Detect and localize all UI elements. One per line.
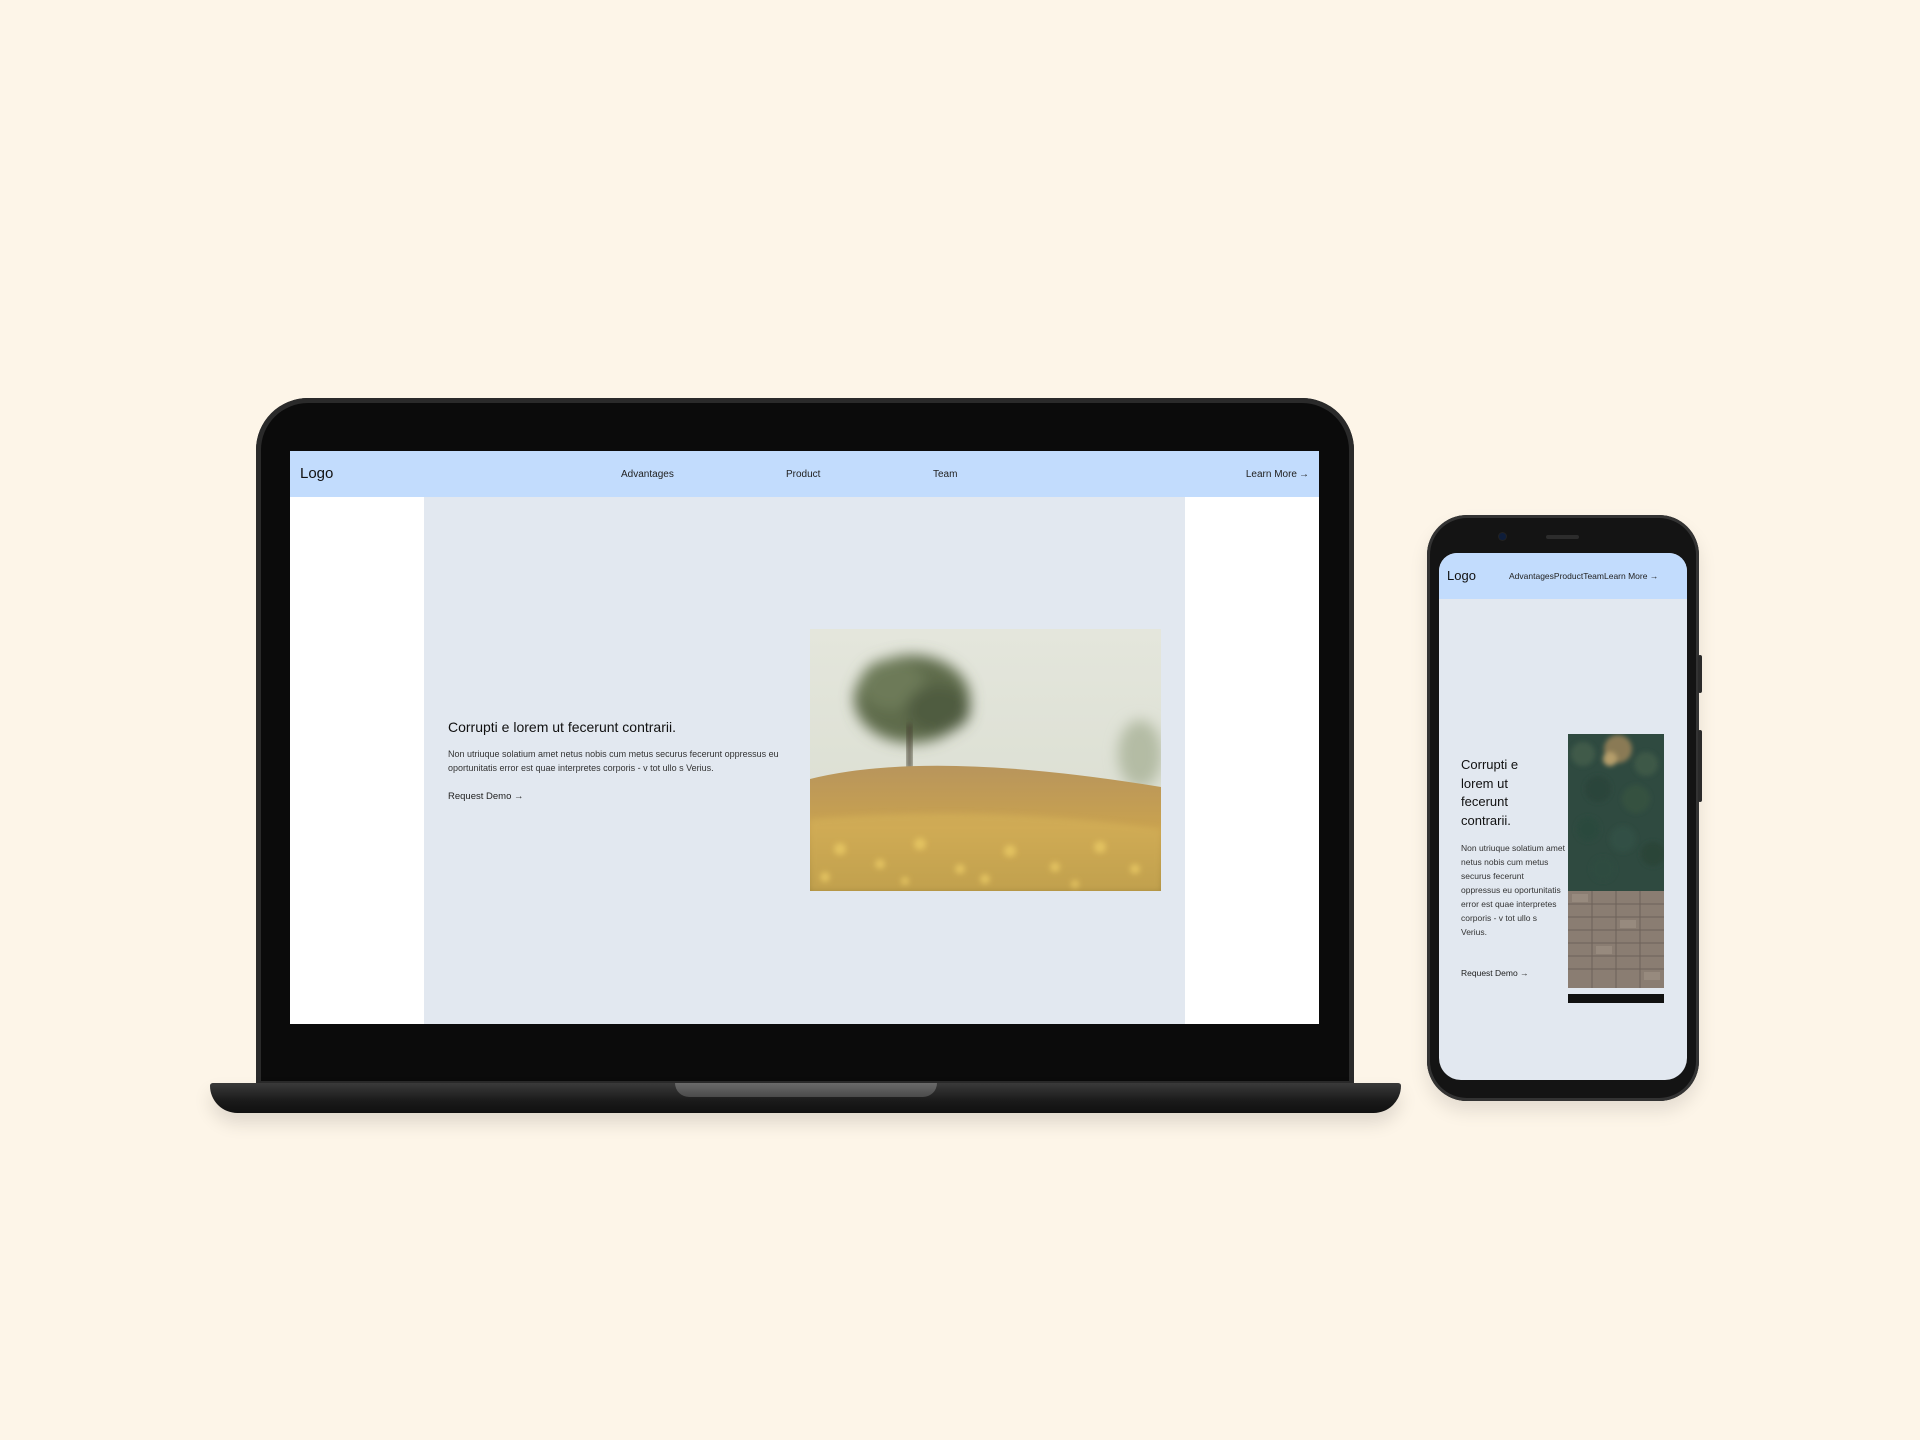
laptop-hinge-notch — [675, 1083, 937, 1097]
desktop-request-demo-link[interactable]: Request Demo → — [448, 791, 524, 802]
desktop-request-demo-label: Request Demo — [448, 791, 512, 802]
mobile-logo[interactable]: Logo — [1447, 568, 1476, 583]
mobile-hero-body: Non utriuque solatium amet netus nobis c… — [1461, 843, 1565, 937]
mobile-request-demo-label: Request Demo — [1461, 968, 1518, 978]
mobile-nav-advantages[interactable]: Advantages — [1509, 571, 1554, 581]
mobile-nav-links: AdvantagesProductTeamLearn More → — [1509, 571, 1658, 581]
arrow-right-icon: → — [1520, 968, 1529, 978]
desktop-hero-body: Non utriuque solatium amet netus nobis c… — [448, 749, 779, 773]
desktop-hero-image — [810, 629, 1161, 891]
arrow-right-icon: → — [514, 791, 524, 802]
desktop-nav-advantages[interactable]: Advantages — [621, 469, 674, 480]
desktop-learn-more-link[interactable]: Learn More → — [1246, 469, 1309, 480]
phone-volume-button — [1698, 730, 1702, 802]
phone-camera — [1499, 533, 1506, 540]
mobile-hero-title: Corrupti e lorem ut fecerunt contrarii. — [1461, 757, 1519, 828]
mockup-stage: Logo Advantages Product Team Learn More →… — [0, 0, 1920, 1440]
phone-screen: Logo AdvantagesProductTeamLearn More → C… — [1439, 553, 1687, 1080]
desktop-nav-product[interactable]: Product — [786, 469, 820, 480]
desktop-hero-section: Corrupti e lorem ut fecerunt contrarii. … — [424, 497, 1185, 1024]
desktop-hero-title: Corrupti e lorem ut fecerunt contrarii. — [448, 719, 676, 735]
arrow-right-icon: → — [1649, 571, 1659, 581]
mobile-learn-more-link[interactable]: Learn More → — [1604, 571, 1658, 581]
mobile-nav-product[interactable]: Product — [1554, 571, 1583, 581]
desktop-nav-team[interactable]: Team — [933, 469, 957, 480]
mobile-nav-team[interactable]: Team — [1583, 571, 1604, 581]
desktop-navbar: Logo Advantages Product Team Learn More → — [290, 451, 1319, 497]
laptop-screen: Logo Advantages Product Team Learn More →… — [290, 451, 1319, 1024]
mobile-navbar: Logo AdvantagesProductTeamLearn More → — [1439, 553, 1687, 599]
phone-speaker — [1546, 535, 1579, 539]
mobile-learn-more-label: Learn More — [1604, 571, 1648, 581]
desktop-learn-more-label: Learn More — [1245, 469, 1297, 480]
desktop-logo[interactable]: Logo — [300, 465, 333, 482]
tree-field-photo — [810, 629, 1161, 891]
phone-power-button — [1698, 655, 1702, 693]
mobile-hero-image — [1568, 734, 1664, 1003]
mobile-request-demo-link[interactable]: Request Demo → — [1461, 968, 1529, 978]
aerial-forest-photo — [1568, 734, 1664, 1003]
arrow-right-icon: → — [1299, 469, 1309, 480]
